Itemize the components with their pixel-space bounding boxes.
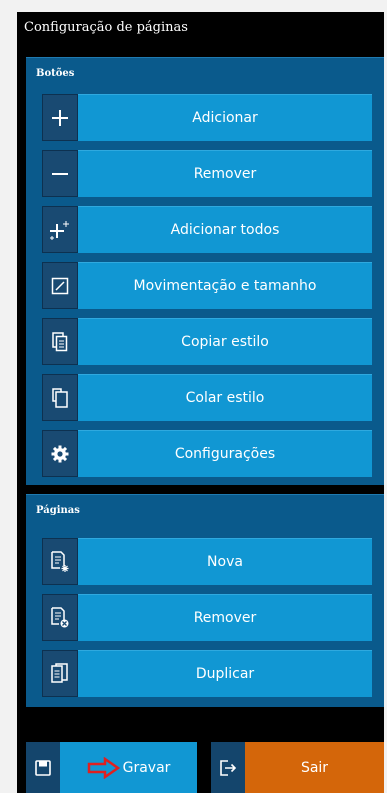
- pages-group: Páginas Nova Remover Duplicar: [26, 494, 384, 707]
- remove-page-button[interactable]: Remover: [42, 594, 372, 641]
- pages-group-label: Páginas: [36, 505, 80, 516]
- settings-button[interactable]: Configurações: [42, 430, 372, 477]
- paste-style-button[interactable]: Colar estilo: [42, 374, 372, 421]
- red-arrow-icon: [87, 756, 121, 779]
- settings-button-label: Configurações: [78, 430, 372, 477]
- gear-icon: [42, 430, 78, 477]
- duplicate-page-button[interactable]: Duplicar: [42, 650, 372, 697]
- panel-title: Configuração de páginas: [24, 20, 188, 35]
- plus-icon: [42, 94, 78, 141]
- move-resize-button[interactable]: Movimentação e tamanho: [42, 262, 372, 309]
- exit-button-label: Sair: [245, 742, 384, 793]
- buttons-group-label: Botões: [36, 68, 75, 79]
- new-page-button-label: Nova: [78, 538, 372, 585]
- add-all-button[interactable]: Adicionar todos: [42, 206, 372, 253]
- duplicate-page-button-label: Duplicar: [78, 650, 372, 697]
- copy-style-button[interactable]: Copiar estilo: [42, 318, 372, 365]
- minus-icon: [42, 150, 78, 197]
- add-button[interactable]: Adicionar: [42, 94, 372, 141]
- remove-button-label: Remover: [78, 150, 372, 197]
- copy-icon: [42, 318, 78, 365]
- new-page-button[interactable]: Nova: [42, 538, 372, 585]
- duplicate-page-icon: [42, 650, 78, 697]
- plus-all-icon: [42, 206, 78, 253]
- exit-button[interactable]: Sair: [211, 742, 384, 793]
- move-resize-button-label: Movimentação e tamanho: [78, 262, 372, 309]
- copy-style-button-label: Copiar estilo: [78, 318, 372, 365]
- save-button[interactable]: Gravar: [26, 742, 197, 793]
- save-button-body: Gravar: [60, 742, 197, 793]
- buttons-group: Botões Adicionar Remover Adicionar todos: [26, 57, 384, 485]
- new-page-icon: [42, 538, 78, 585]
- paste-style-button-label: Colar estilo: [78, 374, 372, 421]
- exit-icon: [211, 742, 245, 793]
- add-button-label: Adicionar: [78, 94, 372, 141]
- add-all-button-label: Adicionar todos: [78, 206, 372, 253]
- remove-button[interactable]: Remover: [42, 150, 372, 197]
- save-button-label: Gravar: [122, 759, 171, 776]
- remove-page-button-label: Remover: [78, 594, 372, 641]
- save-icon: [26, 742, 60, 793]
- remove-page-icon: [42, 594, 78, 641]
- paste-icon: [42, 374, 78, 421]
- resize-icon: [42, 262, 78, 309]
